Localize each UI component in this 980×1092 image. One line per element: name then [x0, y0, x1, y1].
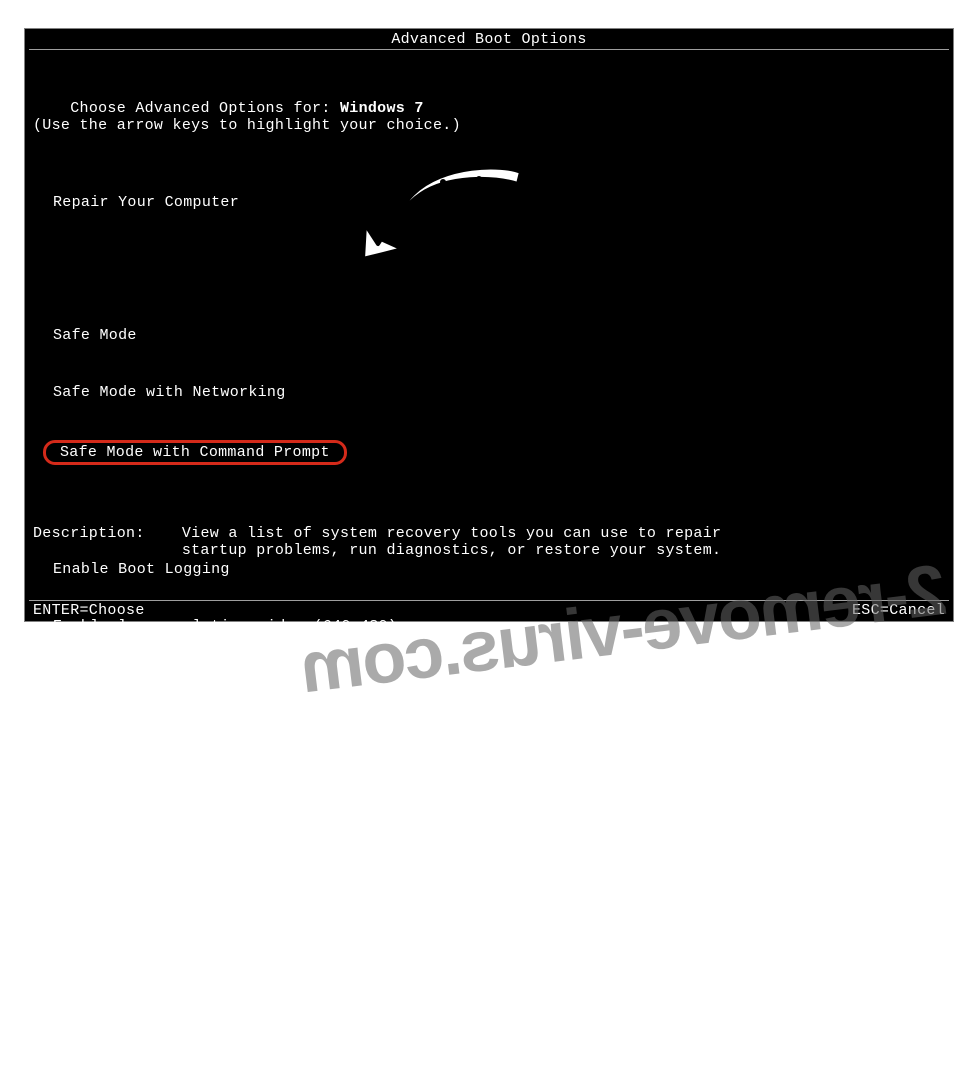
opt-safe-mode-networking[interactable]: Safe Mode with Networking — [53, 383, 453, 402]
opt-repair-computer[interactable]: Repair Your Computer — [53, 193, 453, 212]
menu[interactable]: Repair Your Computer Safe Mode Safe Mode… — [53, 155, 453, 1092]
opt-debugging[interactable]: Debugging Mode — [53, 788, 453, 807]
opt-disable-driver-sig[interactable]: Disable Driver Signature Enforcement — [53, 902, 453, 921]
opt-start-normally[interactable]: Start Windows Normally — [53, 1035, 453, 1054]
opt-safe-mode[interactable]: Safe Mode — [53, 326, 453, 345]
intro-prefix: Choose Advanced Options for: — [70, 100, 340, 117]
footer-keys: ENTER=Choose ESC=Cancel — [33, 602, 945, 619]
page-title: Advanced Boot Options — [25, 31, 953, 48]
divider-bottom — [29, 600, 949, 601]
key-enter: ENTER=Choose — [33, 602, 145, 619]
os-name: Windows 7 — [340, 100, 424, 117]
divider-top — [29, 49, 949, 50]
intro-block: Choose Advanced Options for: Windows 7 (… — [33, 83, 461, 151]
key-esc: ESC=Cancel — [852, 602, 945, 619]
boot-options-screen: Advanced Boot Options Choose Advanced Op… — [24, 28, 954, 622]
opt-boot-logging[interactable]: Enable Boot Logging — [53, 560, 453, 579]
opt-safe-mode-cmd-selected[interactable]: Safe Mode with Command Prompt — [43, 440, 347, 465]
intro-hint: (Use the arrow keys to highlight your ch… — [33, 117, 461, 134]
description-block: Description: View a list of system recov… — [33, 525, 721, 559]
opt-last-known-good[interactable]: Last Known Good Configuration (advanced) — [53, 674, 453, 693]
opt-disable-auto-restart[interactable]: Disable automatic restart on system fail… — [53, 845, 453, 864]
opt-low-res-video[interactable]: Enable low-resolution video (640x480) — [53, 617, 453, 636]
description-line1: View a list of system recovery tools you… — [182, 525, 721, 542]
description-line2: startup problems, run diagnostics, or re… — [182, 542, 721, 559]
opt-dsrm[interactable]: Directory Services Restore Mode — [53, 731, 453, 750]
description-label: Description: — [33, 525, 145, 542]
